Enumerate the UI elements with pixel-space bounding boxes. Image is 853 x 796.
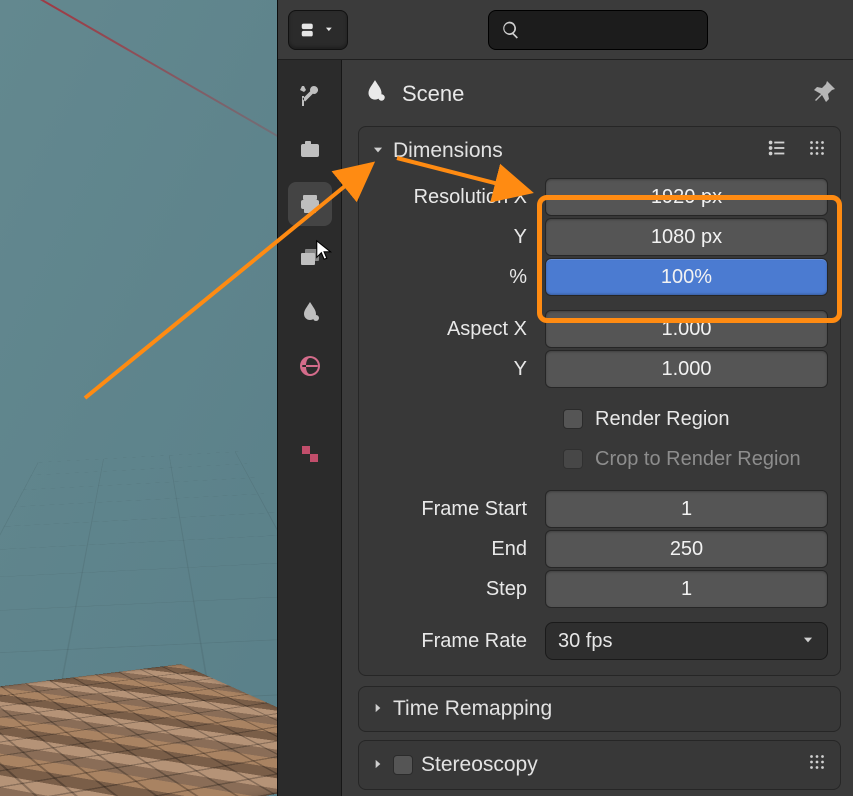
field-resolution-x[interactable]: 1920 px <box>545 178 828 216</box>
panel-stereoscopy-header[interactable]: Stereoscopy <box>359 741 840 789</box>
label-frame-start: Frame Start <box>391 498 545 521</box>
chevron-down-icon <box>801 630 815 653</box>
tab-output[interactable] <box>288 182 332 226</box>
value-resolution-x: 1920 px <box>651 186 722 209</box>
tab-render[interactable] <box>288 128 332 172</box>
properties-editor: Scene Dimensions <box>278 0 853 796</box>
disclosure-triangle-right-icon <box>371 753 385 777</box>
grip-dots-icon <box>806 137 828 159</box>
tab-scene[interactable] <box>288 290 332 334</box>
label-crop-region: Crop to Render Region <box>595 448 801 471</box>
field-aspect-y[interactable]: 1.000 <box>545 350 828 388</box>
properties-search[interactable] <box>488 10 708 50</box>
panel-dimensions: Dimensions Resolution X <box>358 126 841 676</box>
checkbox-stereoscopy[interactable] <box>393 755 413 775</box>
checkbox-crop-region <box>563 449 583 469</box>
field-resolution-pct[interactable]: 100% <box>545 258 828 296</box>
value-resolution-pct: 100% <box>661 266 712 289</box>
image-stack-icon <box>298 246 322 270</box>
preset-menu-button[interactable] <box>766 137 788 165</box>
label-render-region: Render Region <box>595 408 730 431</box>
scene-datablock-icon <box>362 78 388 110</box>
select-frame-rate[interactable]: 30 fps <box>545 622 828 660</box>
disclosure-triangle-down-icon <box>371 139 385 163</box>
field-resolution-y[interactable]: 1080 px <box>545 218 828 256</box>
globe-icon <box>298 354 322 378</box>
3d-viewport[interactable] <box>0 0 278 796</box>
panel-dimensions-title: Dimensions <box>393 139 503 163</box>
drop-cone-icon <box>298 300 322 324</box>
field-frame-start[interactable]: 1 <box>545 490 828 528</box>
disclosure-triangle-right-icon <box>371 697 385 721</box>
field-frame-step[interactable]: 1 <box>545 570 828 608</box>
value-aspect-x: 1.000 <box>661 318 711 341</box>
axis-x <box>0 0 278 192</box>
checkbox-crop-region-row: Crop to Render Region <box>391 439 828 479</box>
pin-button[interactable] <box>813 79 837 109</box>
label-aspect-x: Aspect X <box>391 318 545 341</box>
camera-back-icon <box>298 138 322 162</box>
value-frame-rate: 30 fps <box>558 630 612 653</box>
checkbox-render-region[interactable] <box>563 409 583 429</box>
panel-stereoscopy-title: Stereoscopy <box>421 753 538 777</box>
value-frame-start: 1 <box>681 498 692 521</box>
value-aspect-y: 1.000 <box>661 358 711 381</box>
panel-stereoscopy: Stereoscopy <box>358 740 841 790</box>
field-aspect-x[interactable]: 1.000 <box>545 310 828 348</box>
panel-time-remapping-title: Time Remapping <box>393 697 552 721</box>
label-resolution-pct: % <box>391 266 545 289</box>
panel-time-remapping: Time Remapping <box>358 686 841 732</box>
label-resolution-x: Resolution X <box>391 186 545 209</box>
grip-dots-icon <box>806 751 828 773</box>
tab-world[interactable] <box>288 344 332 388</box>
properties-content: Scene Dimensions <box>342 60 853 796</box>
editor-type-dropdown[interactable] <box>288 10 348 50</box>
search-icon <box>501 20 521 40</box>
tab-viewlayer[interactable] <box>288 236 332 280</box>
tab-texture[interactable] <box>288 432 332 476</box>
value-frame-end: 250 <box>670 538 703 561</box>
panel-time-remapping-header[interactable]: Time Remapping <box>359 687 840 731</box>
properties-topbar <box>278 0 853 60</box>
label-frame-end: End <box>391 538 545 561</box>
value-resolution-y: 1080 px <box>651 226 722 249</box>
list-lines-icon <box>766 137 788 159</box>
pin-icon <box>813 79 837 103</box>
properties-tabs <box>278 60 342 796</box>
scene-name[interactable]: Scene <box>402 81 464 107</box>
label-resolution-y: Y <box>391 226 545 249</box>
label-frame-rate: Frame Rate <box>391 630 545 653</box>
drag-handle-icon[interactable] <box>806 751 828 779</box>
label-aspect-y: Y <box>391 358 545 381</box>
tab-tool[interactable] <box>288 74 332 118</box>
panel-dimensions-header[interactable]: Dimensions <box>359 127 840 175</box>
datablock-header: Scene <box>358 70 841 126</box>
printer-icon <box>298 192 322 216</box>
value-frame-step: 1 <box>681 578 692 601</box>
field-frame-end[interactable]: 250 <box>545 530 828 568</box>
wrench-screwdriver-icon <box>298 84 322 108</box>
checkbox-render-region-row[interactable]: Render Region <box>391 399 828 439</box>
checker-icon <box>298 442 322 466</box>
drag-handle-icon[interactable] <box>806 137 828 165</box>
label-frame-step: Step <box>391 578 545 601</box>
